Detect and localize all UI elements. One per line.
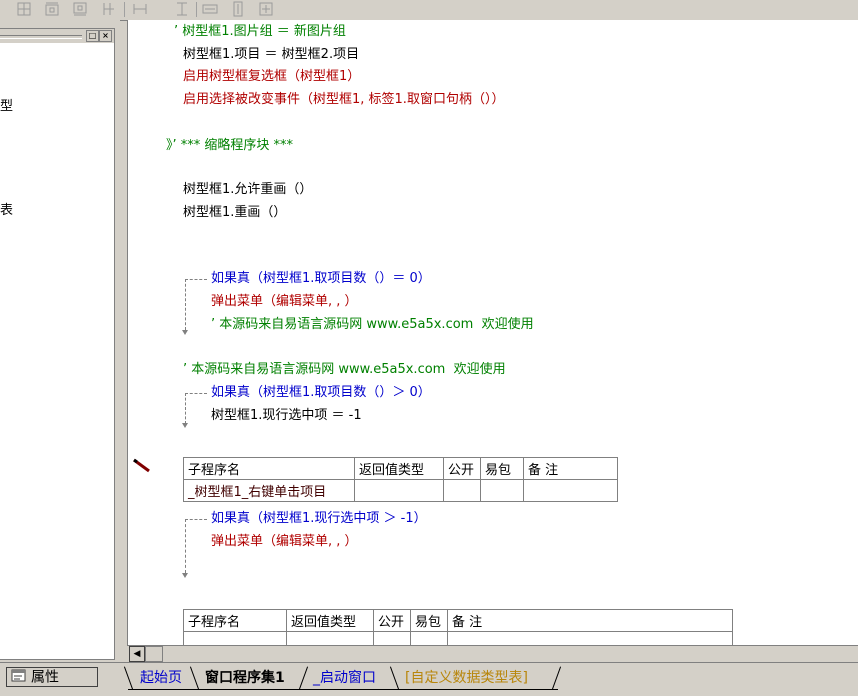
header-subroutine-name: 子程序名 [183, 457, 355, 480]
header-public: 公开 [373, 609, 411, 632]
spacing-h-icon[interactable] [132, 1, 148, 18]
spacing-v-icon[interactable] [174, 1, 190, 18]
properties-label: 属性 [31, 669, 59, 686]
align-bottom-icon[interactable] [72, 1, 88, 18]
header-easy-package: 易包 [410, 609, 448, 632]
code-line-if[interactable]: 如果真（树型框1.取项目数（）＞ 0） [211, 384, 431, 401]
code-editor[interactable]: ’ 树型框1.图片组 ＝ 新图片组 树型框1.项目 ＝ 树型框2.项目 启用树型… [127, 20, 858, 645]
code-line[interactable]: 树型框1.允许重画（） [183, 181, 312, 198]
easy-package-cell[interactable] [480, 479, 524, 502]
header-return-type: 返回值类型 [354, 457, 444, 480]
header-remark: 备 注 [523, 457, 618, 480]
left-panel-text-fragment: 表 [0, 203, 14, 218]
code-line[interactable]: 启用选择被改变事件（树型框1, 标签1.取窗口句柄（）） [183, 91, 504, 108]
left-panel-content: □ × 型 表 [0, 28, 115, 660]
size-width-icon[interactable] [202, 1, 218, 18]
header-public: 公开 [443, 457, 481, 480]
code-line[interactable]: ’ 树型框1.图片组 ＝ 新图片组 [174, 23, 346, 40]
code-line[interactable]: 树型框1.现行选中项 ＝ -1 [211, 407, 362, 424]
header-easy-package: 易包 [480, 457, 524, 480]
properties-icon [11, 668, 27, 687]
public-cell[interactable] [373, 631, 411, 645]
code-line[interactable]: 弹出菜单（编辑菜单, , ） [211, 533, 358, 550]
header-remark: 备 注 [447, 609, 733, 632]
comment-line[interactable]: ’ 本源码来自易语言源码网 www.e5a5x.com 欢迎使用 [211, 316, 534, 333]
size-height-icon[interactable] [230, 1, 246, 18]
subroutine-name-cell[interactable]: _树型框1_右键单击项目 [183, 479, 355, 502]
subroutine-table: 子程序名 返回值类型 公开 易包 备 注 _树型框1_右键单击项目 [183, 457, 618, 502]
alignment-toolbar [0, 0, 858, 21]
code-line[interactable]: 启用树型框复选框（树型框1） [183, 68, 360, 85]
subroutine-name-cell[interactable] [183, 631, 287, 645]
tab-start-page[interactable]: 起始页 [140, 667, 182, 689]
left-panel: □ × 型 表 [0, 20, 120, 662]
align-left-icon[interactable] [16, 1, 32, 18]
public-cell[interactable] [443, 479, 481, 502]
remark-cell[interactable] [447, 631, 733, 645]
header-subroutine-name: 子程序名 [183, 609, 287, 632]
left-panel-titlebar: □ × [0, 29, 114, 43]
code-line-if[interactable]: 如果真（树型框1.现行选中项 ＞ -1） [211, 510, 427, 527]
subroutine-table: 子程序名 返回值类型 公开 易包 备 注 [183, 609, 733, 645]
return-type-cell[interactable] [286, 631, 374, 645]
header-return-type: 返回值类型 [286, 609, 374, 632]
code-line[interactable]: 树型框1.项目 ＝ 树型框2.项目 [183, 46, 359, 63]
pencil-icon [132, 458, 154, 478]
scroll-left-arrow-icon[interactable]: ◀ [129, 646, 145, 662]
return-type-cell[interactable] [354, 479, 444, 502]
code-line[interactable]: 弹出菜单（编辑菜单, , ） [211, 293, 358, 310]
scroll-thumb[interactable] [145, 646, 163, 662]
tab-startup-window[interactable]: _启动窗口 [313, 667, 376, 689]
properties-button[interactable]: 属性 [6, 667, 98, 687]
horizontal-scrollbar[interactable]: ◀ [127, 645, 858, 663]
restore-icon[interactable]: □ [86, 30, 99, 42]
tab-custom-data-types[interactable]: [自定义数据类型表] [405, 667, 528, 689]
code-line[interactable]: 树型框1.重画（） [183, 204, 286, 221]
align-top-icon[interactable] [44, 1, 60, 18]
code-line-if[interactable]: 如果真（树型框1.取项目数（）＝ 0） [211, 270, 431, 287]
size-both-icon[interactable] [258, 1, 274, 18]
left-panel-text-fragment: 型 [0, 99, 14, 114]
align-right-icon[interactable] [100, 1, 116, 18]
easy-package-cell[interactable] [410, 631, 448, 645]
tab-window-assembly[interactable]: 窗口程序集1 [205, 667, 285, 689]
bottom-tab-bar: 属性 起始页 窗口程序集1 _启动窗口 [自定义数据类型表] [0, 662, 858, 696]
close-icon[interactable]: × [99, 30, 112, 42]
comment-line[interactable]: ’ 本源码来自易语言源码网 www.e5a5x.com 欢迎使用 [183, 361, 506, 378]
remark-cell[interactable] [523, 479, 618, 502]
collapsed-block[interactable]: 》’ *** 缩略程序块 *** [166, 137, 293, 154]
